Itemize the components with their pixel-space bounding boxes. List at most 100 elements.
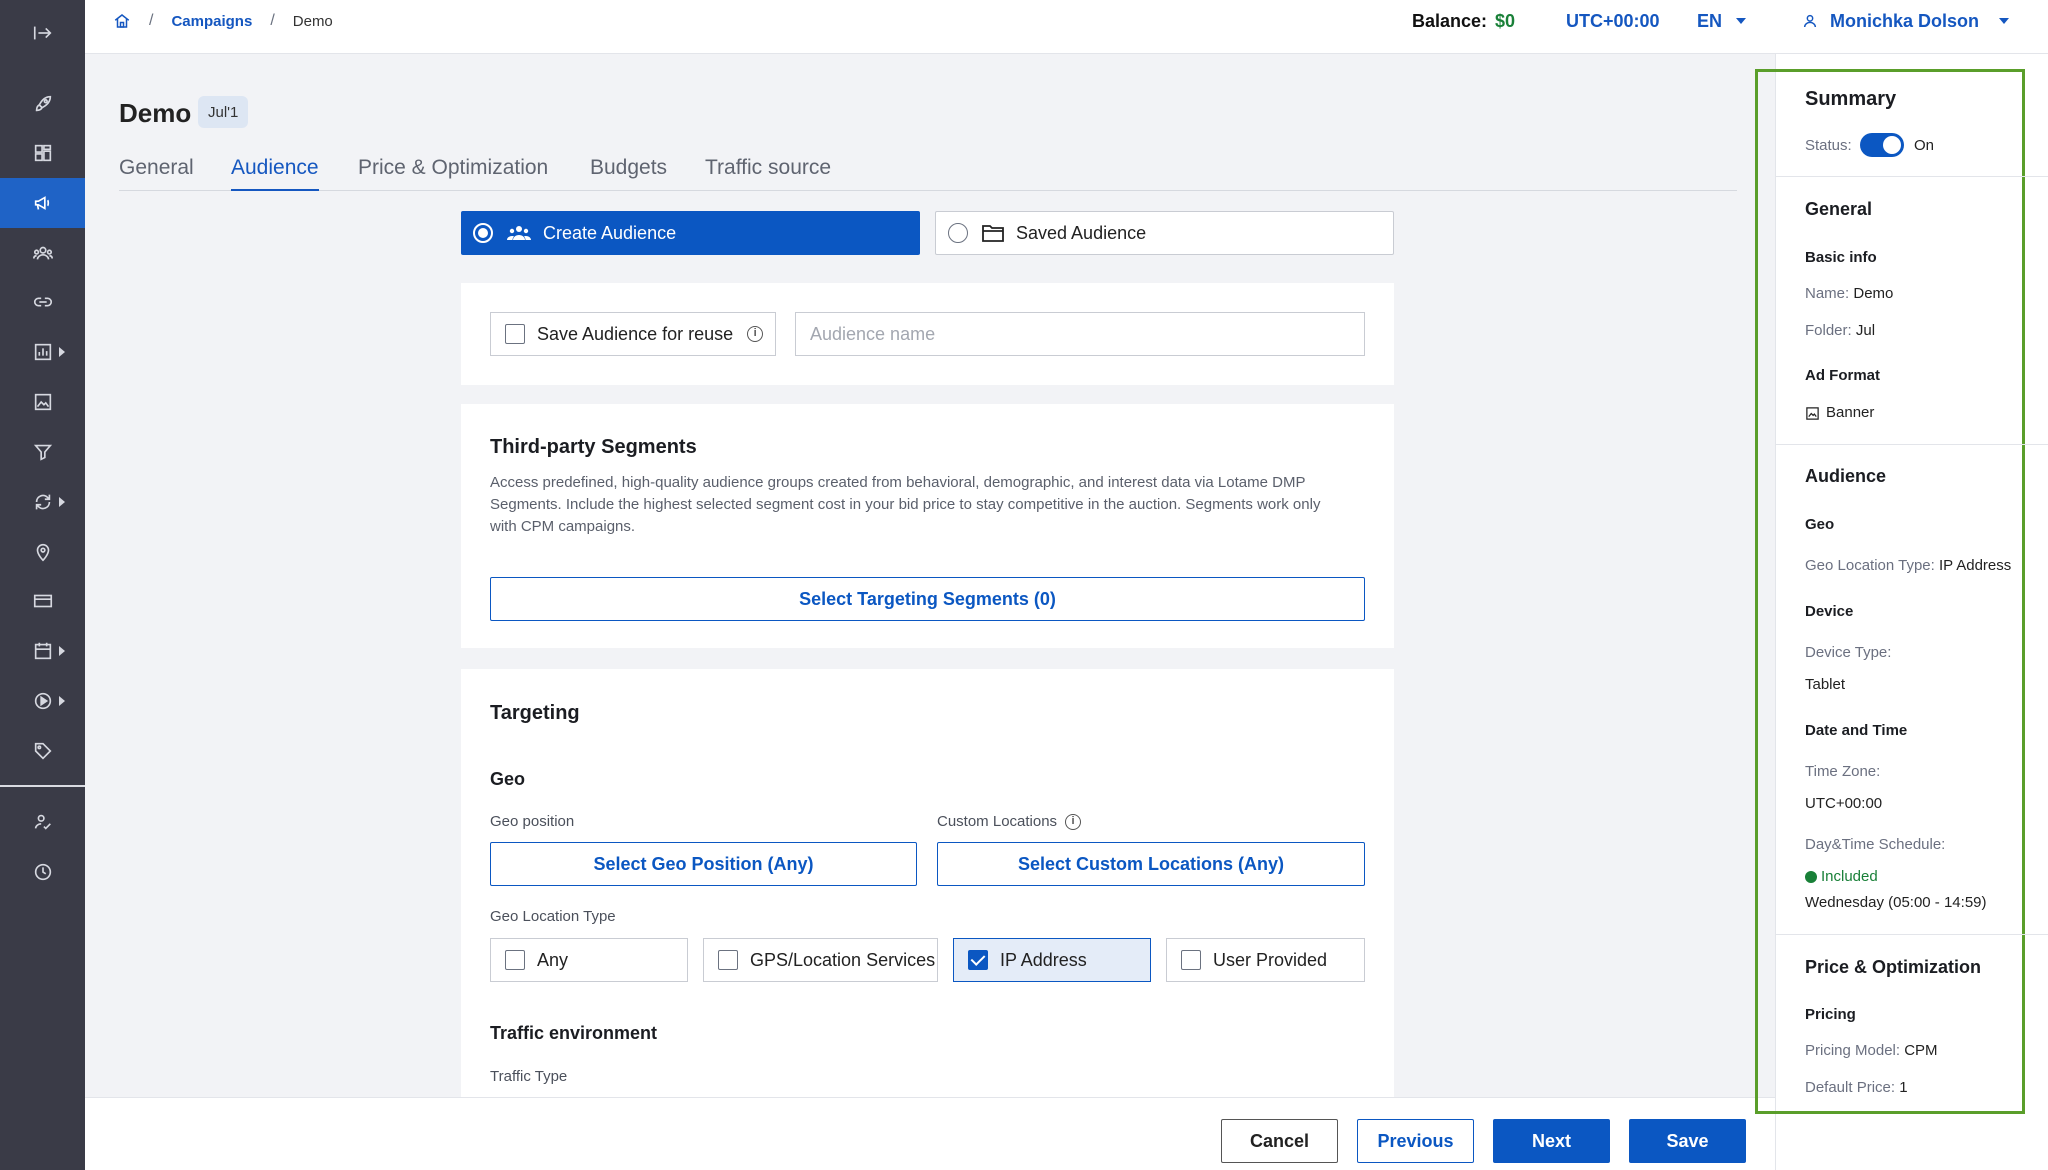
default-price-value: 1 [1899, 1079, 1908, 1096]
tabs: General Audience Price & Optimization Bu… [119, 146, 1737, 191]
checkbox-icon[interactable] [505, 950, 525, 970]
basic-info-title: Basic info [1805, 249, 1877, 266]
cancel-button[interactable]: Cancel [1221, 1119, 1338, 1163]
geo-position-label: Geo position [490, 813, 575, 830]
summary-pricing-model: Pricing Model: CPM [1805, 1042, 1938, 1059]
collapse-sidebar-icon[interactable] [0, 8, 85, 58]
language-value[interactable]: EN [1697, 11, 1722, 32]
summary-price-title: Price & Optimization [1805, 957, 1982, 977]
device-type-value: Tablet [1805, 676, 1846, 693]
user-name[interactable]: Monichka Dolson [1830, 11, 1979, 32]
create-audience-label: Create Audience [543, 222, 677, 243]
summary-name: Name: Demo [1805, 285, 1893, 302]
previous-button[interactable]: Previous [1357, 1119, 1474, 1163]
campaigns-megaphone-icon[interactable] [0, 178, 85, 228]
chevron-down-icon [1999, 18, 2010, 24]
segments-description-line-3: with CPM campaigns. [490, 518, 636, 535]
geo-type-gps-label: GPS/Location Services [750, 949, 936, 970]
summary-geo-location-type: Geo Location Type: IP Address [1805, 557, 2011, 574]
tag-icon[interactable] [0, 726, 85, 776]
sync-icon[interactable] [0, 477, 85, 527]
save-button[interactable]: Save [1629, 1119, 1746, 1163]
save-audience-label: Save Audience for reuse [537, 323, 734, 344]
play-circle-icon[interactable] [0, 676, 85, 726]
geo-type-ip-address[interactable]: IP Address [953, 938, 1151, 982]
create-audience-option[interactable]: Create Audience [461, 211, 920, 255]
default-price-label: Default Price: [1805, 1079, 1896, 1096]
tab-price-optimization[interactable]: Price & Optimization [358, 156, 548, 191]
home-icon[interactable] [113, 12, 131, 30]
summary-device-title: Device [1805, 603, 1854, 620]
link-icon[interactable] [0, 277, 85, 327]
select-geo-position-button[interactable]: Select Geo Position (Any) [490, 842, 917, 886]
next-button[interactable]: Next [1493, 1119, 1610, 1163]
location-pin-icon[interactable] [0, 527, 85, 577]
geo-location-type-label: Geo Location Type [490, 908, 616, 925]
banner-image-icon [1806, 406, 1819, 420]
schedule-value: Wednesday (05:00 - 14:59) [1805, 894, 1987, 911]
geo-type-user-provided[interactable]: User Provided [1166, 938, 1365, 982]
save-audience-checkbox[interactable]: Save Audience for reuse i [490, 312, 776, 356]
summary-divider [1776, 934, 2048, 935]
billing-card-icon[interactable] [0, 576, 85, 626]
geo-location-type-label: Geo Location Type: [1805, 557, 1935, 574]
dashboard-icon[interactable] [0, 128, 85, 178]
select-custom-locations-button[interactable]: Select Custom Locations (Any) [937, 842, 1365, 886]
tab-budgets[interactable]: Budgets [590, 156, 667, 191]
user-menu[interactable]: Monichka Dolson [1802, 0, 2010, 42]
reports-chart-icon[interactable] [0, 327, 85, 377]
summary-divider [1776, 176, 2048, 177]
rocket-icon[interactable] [0, 79, 85, 129]
summary-geo-title: Geo [1805, 516, 1835, 533]
user-icon [1802, 13, 1818, 29]
status-value: On [1914, 137, 1935, 154]
tab-audience[interactable]: Audience [231, 156, 319, 191]
folder-icon [982, 225, 1004, 242]
geo-type-any[interactable]: Any [490, 938, 688, 982]
checkbox-checked-icon[interactable] [968, 950, 988, 970]
included-status-dot-icon [1805, 871, 1817, 884]
folder-badge: Jul'1 [198, 96, 249, 128]
audiences-icon[interactable] [0, 228, 85, 278]
balance: Balance: $0 [1412, 0, 1515, 42]
tab-general[interactable]: General [119, 156, 194, 191]
name-label: Name: [1805, 285, 1850, 302]
audience-name-input[interactable] [795, 312, 1365, 356]
calendar-icon[interactable] [0, 626, 85, 676]
saved-audience-option[interactable]: Saved Audience [935, 211, 1394, 255]
checkbox-icon[interactable] [1181, 950, 1201, 970]
filter-icon[interactable] [0, 427, 85, 477]
info-icon[interactable]: i [747, 326, 764, 342]
segments-title: Third-party Segments [490, 436, 697, 458]
breadcrumb-separator: / [149, 12, 154, 29]
pricing-model-value: CPM [1904, 1042, 1938, 1059]
status-toggle[interactable] [1860, 133, 1904, 157]
page-title: Demo [119, 98, 192, 128]
summary-audience-title: Audience [1805, 466, 1887, 486]
traffic-type-label: Traffic Type [490, 1068, 568, 1085]
summary-pricing-title: Pricing [1805, 1006, 1856, 1023]
summary-title: Summary [1805, 88, 1897, 110]
timezone-selector[interactable]: UTC+00:00 [1566, 0, 1660, 42]
breadcrumb-campaigns[interactable]: Campaigns [171, 13, 252, 30]
tab-traffic-source[interactable]: Traffic source [705, 156, 831, 191]
ad-format-title: Ad Format [1805, 367, 1880, 384]
info-icon[interactable]: i [1065, 814, 1082, 831]
breadcrumb-separator: / [270, 12, 275, 29]
sidebar-divider [0, 785, 85, 787]
creatives-image-icon[interactable] [0, 377, 85, 427]
checkbox-icon[interactable] [718, 950, 738, 970]
geo-type-gps[interactable]: GPS/Location Services [703, 938, 938, 982]
geo-type-user-provided-label: User Provided [1213, 949, 1328, 970]
pricing-model-label: Pricing Model: [1805, 1042, 1901, 1059]
select-targeting-segments-button[interactable]: Select Targeting Segments (0) [490, 577, 1365, 621]
balance-value: $0 [1495, 10, 1516, 31]
language-selector[interactable]: EN [1697, 0, 1747, 42]
top-bar: / Campaigns / Demo [85, 0, 2048, 54]
timezone-value[interactable]: UTC+00:00 [1566, 11, 1660, 32]
summary-folder: Folder: Jul [1805, 322, 1875, 339]
clock-icon[interactable] [0, 847, 85, 897]
radio-unselected-icon [948, 223, 968, 243]
user-check-icon[interactable] [0, 797, 85, 847]
checkbox-icon[interactable] [505, 324, 525, 344]
